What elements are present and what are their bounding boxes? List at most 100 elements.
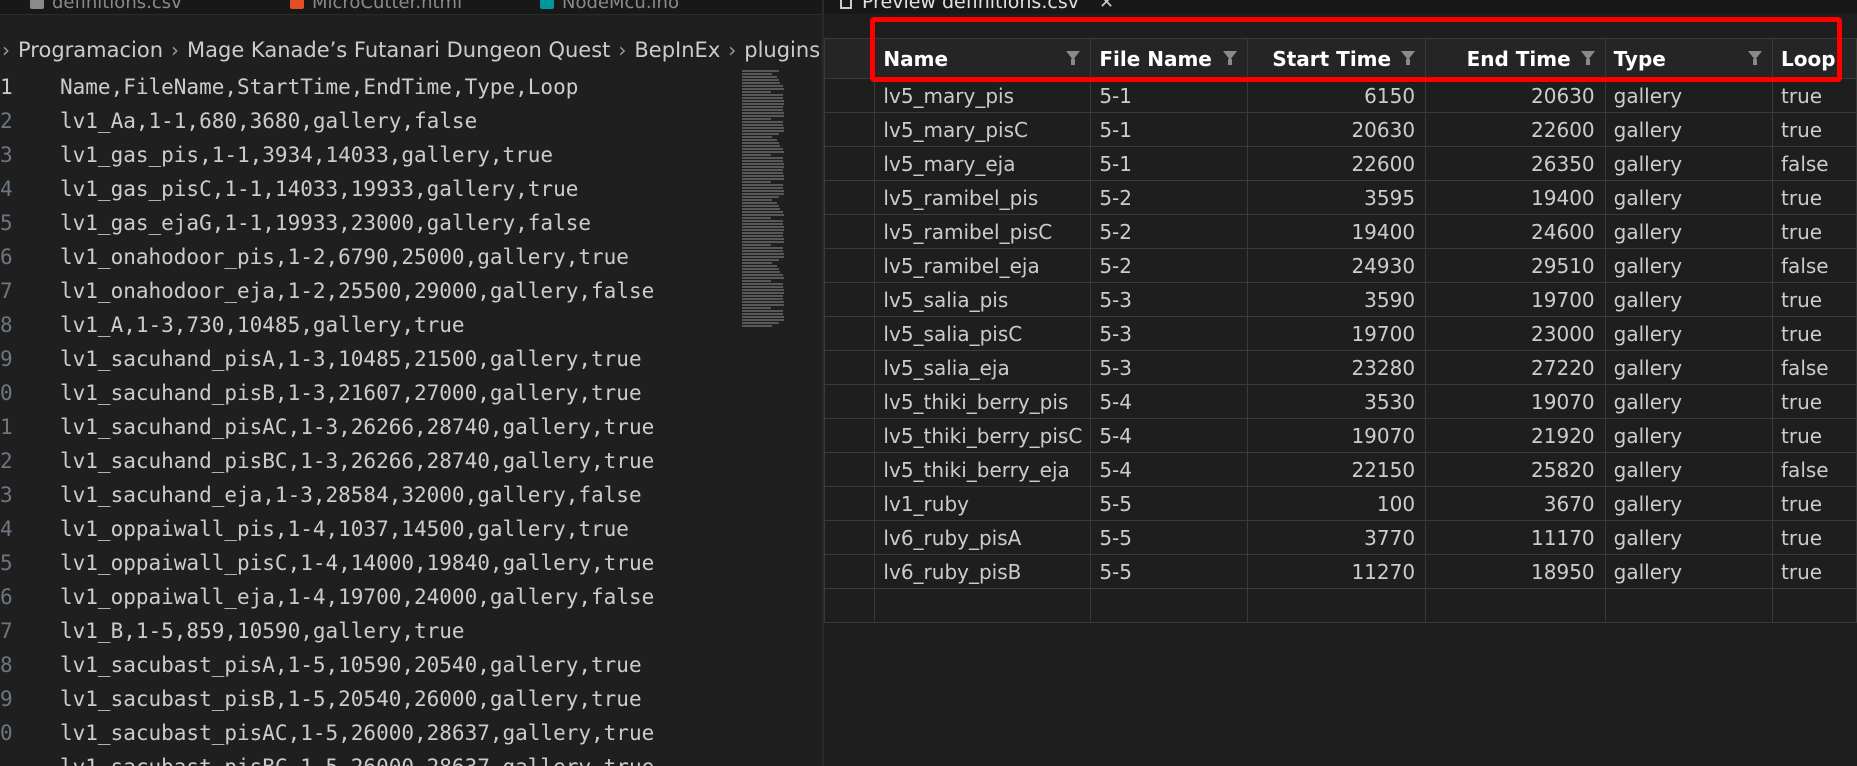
filter-icon[interactable]: [1222, 51, 1237, 65]
breadcrumb-item[interactable]: BepInEx: [634, 38, 720, 62]
table-row[interactable]: lv5_thiki_berry_pisC 5-4 19070 21920 gallery…: [824, 418, 1857, 453]
table-row[interactable]: lv6_ruby_pisB 5-5 11270 18950 gallery true: [824, 554, 1857, 589]
code-line[interactable]: 8 lv1_A,1-3,730,10485,gallery,true: [0, 308, 742, 342]
table-row[interactable]: [824, 588, 1857, 623]
line-text: lv1_onahodoor_pis,1-2,6790,25000,gallery…: [60, 245, 629, 269]
minimap[interactable]: [742, 70, 794, 332]
row-index-cell: [824, 452, 876, 487]
minimap-line: [742, 217, 771, 219]
table-cell: 5-4: [1090, 452, 1248, 487]
column-header[interactable]: Name: [874, 38, 1092, 79]
chevron-right-icon: ›: [618, 38, 627, 62]
minimap-line: [742, 133, 779, 135]
minimap-line: [742, 82, 780, 84]
table-cell: 5-3: [1090, 282, 1248, 317]
breadcrumb-item[interactable]: Programacion: [18, 38, 163, 62]
filter-icon[interactable]: [1401, 51, 1416, 65]
table-row[interactable]: lv5_ramibel_eja 5-2 24930 29510 gallery false: [824, 248, 1857, 283]
minimap-line: [742, 184, 783, 186]
code-line[interactable]: 9 lv1_sacuhand_pisA,1-3,10485,21500,galle…: [0, 342, 742, 376]
code-line[interactable]: 6 lv1_onahodoor_pis,1-2,6790,25000,galler…: [0, 240, 742, 274]
column-header[interactable]: File Name: [1090, 38, 1248, 79]
column-header[interactable]: Start Time: [1246, 38, 1427, 79]
code-line[interactable]: 2 lv1_sacuhand_pisBC,1-3,26266,28740,gall…: [0, 444, 742, 478]
code-line[interactable]: 8 lv1_sacubast_pisA,1-5,10590,20540,galle…: [0, 648, 742, 682]
breadcrumb-item[interactable]: Mage Kanade’s Futanari Dungeon Quest: [187, 38, 610, 62]
minimap-line: [742, 199, 772, 201]
row-index-header: [824, 38, 876, 79]
minimap-line: [742, 277, 784, 279]
minimap-line: [742, 109, 783, 111]
close-icon[interactable]: ✕: [1099, 0, 1114, 13]
table-cell: gallery: [1604, 146, 1774, 181]
line-number: 1: [0, 415, 13, 439]
table-cell: true: [1772, 418, 1857, 453]
code-line[interactable]: 1 Name,FileName,StartTime,EndTime,Type,Lo…: [0, 70, 742, 104]
code-line[interactable]: 9 lv1_sacubast_pisB,1-5,20540,26000,galle…: [0, 682, 742, 716]
minimap-line: [742, 220, 783, 222]
table-row[interactable]: lv6_ruby_pisA 5-5 3770 11170 gallery true: [824, 520, 1857, 555]
minimap-line: [742, 289, 784, 291]
editor-tab[interactable]: definitions.csv: [30, 0, 182, 14]
table-row[interactable]: lv5_mary_eja 5-1 22600 26350 gallery false: [824, 146, 1857, 181]
filter-icon[interactable]: [1580, 51, 1595, 65]
arduino-file-icon: [540, 0, 554, 9]
code-line[interactable]: 3 lv1_sacuhand_eja,1-3,28584,32000,galler…: [0, 478, 742, 512]
table-row[interactable]: lv5_ramibel_pisC 5-2 19400 24600 gallery true: [824, 214, 1857, 249]
row-index-cell: [824, 112, 876, 147]
table-cell: 5-2: [1090, 214, 1248, 249]
table-cell: 19700: [1246, 316, 1427, 351]
filter-icon[interactable]: [1748, 51, 1763, 65]
minimap-line: [742, 112, 784, 114]
editor-tab[interactable]: MicroCutter.html: [290, 0, 462, 14]
code-line[interactable]: 7 lv1_onahodoor_eja,1-2,25500,29000,galle…: [0, 274, 742, 308]
code-line[interactable]: 0 lv1_sacuhand_pisB,1-3,21607,27000,galle…: [0, 376, 742, 410]
column-header-label: End Time: [1466, 46, 1571, 71]
table-cell: 23280: [1246, 350, 1427, 385]
chevron-right-icon: ›: [2, 38, 10, 62]
code-line[interactable]: 4 lv1_oppaiwall_pis,1-4,1037,14500,galler…: [0, 512, 742, 546]
tab-preview-definitions[interactable]: Preview definitions.csv ✕: [840, 0, 1114, 14]
column-header[interactable]: End Time: [1425, 38, 1606, 79]
table-cell: gallery: [1604, 248, 1774, 283]
line-number: 2: [0, 449, 13, 473]
editor-tab-label: NodeMcu.ino: [562, 0, 679, 13]
code-line[interactable]: 5 lv1_oppaiwall_pisC,1-4,14000,19840,gall…: [0, 546, 742, 580]
row-index-cell: [824, 588, 876, 623]
table-cell: true: [1772, 282, 1857, 317]
editor-tab[interactable]: NodeMcu.ino: [540, 0, 679, 14]
code-line[interactable]: 0 lv1_sacubast_pisAC,1-5,26000,28637,gall…: [0, 716, 742, 750]
table-cell: 29510: [1425, 248, 1606, 283]
minimap-line: [742, 127, 784, 129]
table-row[interactable]: lv5_ramibel_pis 5-2 3595 19400 gallery true: [824, 180, 1857, 215]
table-cell: gallery: [1604, 112, 1774, 147]
code-line[interactable]: 1 lv1_sacuhand_pisAC,1-3,26266,28740,gall…: [0, 410, 742, 444]
code-line[interactable]: lv1_sacubast_pisBC,1-5,26000,28637,galle…: [0, 750, 742, 766]
column-header[interactable]: Type: [1604, 38, 1774, 79]
minimap-line: [742, 79, 779, 81]
table-row[interactable]: lv1_ruby 5-5 100 3670 gallery true: [824, 486, 1857, 521]
table-row[interactable]: lv5_mary_pisC 5-1 20630 22600 gallery true: [824, 112, 1857, 147]
table-row[interactable]: lv5_thiki_berry_pis 5-4 3530 19070 gallery tr…: [824, 384, 1857, 419]
table-row[interactable]: lv5_mary_pis 5-1 6150 20630 gallery true: [824, 78, 1857, 113]
code-line[interactable]: 5 lv1_gas_ejaG,1-1,19933,23000,gallery,fa…: [0, 206, 742, 240]
code-line[interactable]: 6 lv1_oppaiwall_eja,1-4,19700,24000,galle…: [0, 580, 742, 614]
table-row[interactable]: lv5_salia_eja 5-3 23280 27220 gallery false: [824, 350, 1857, 385]
code-editor[interactable]: 1 Name,FileName,StartTime,EndTime,Type,Lo…: [0, 70, 742, 766]
row-index-cell: [824, 418, 876, 453]
column-header[interactable]: Loop: [1772, 38, 1857, 79]
code-line[interactable]: 4 lv1_gas_pisC,1-1,14033,19933,gallery,tr…: [0, 172, 742, 206]
code-line[interactable]: 3 lv1_gas_pis,1-1,3934,14033,gallery,true: [0, 138, 742, 172]
table-cell: true: [1772, 316, 1857, 351]
code-line[interactable]: 2 lv1_Aa,1-1,680,3680,gallery,false: [0, 104, 742, 138]
table-cell: gallery: [1604, 78, 1774, 113]
breadcrumb-item[interactable]: plugins: [744, 38, 820, 62]
table-row[interactable]: lv5_salia_pisC 5-3 19700 23000 gallery true: [824, 316, 1857, 351]
minimap-line: [742, 166, 784, 168]
table-row[interactable]: lv5_salia_pis 5-3 3590 19700 gallery true: [824, 282, 1857, 317]
table-row[interactable]: lv5_thiki_berry_eja 5-4 22150 25820 gallery f…: [824, 452, 1857, 487]
filter-icon[interactable]: [1066, 51, 1081, 65]
code-line[interactable]: 7 lv1_B,1-5,859,10590,gallery,true: [0, 614, 742, 648]
breadcrumb: › Programacion › Mage Kanade’s Futanari Dun…: [0, 30, 822, 70]
line-text: lv1_gas_ejaG,1-1,19933,23000,gallery,fal…: [60, 211, 592, 235]
